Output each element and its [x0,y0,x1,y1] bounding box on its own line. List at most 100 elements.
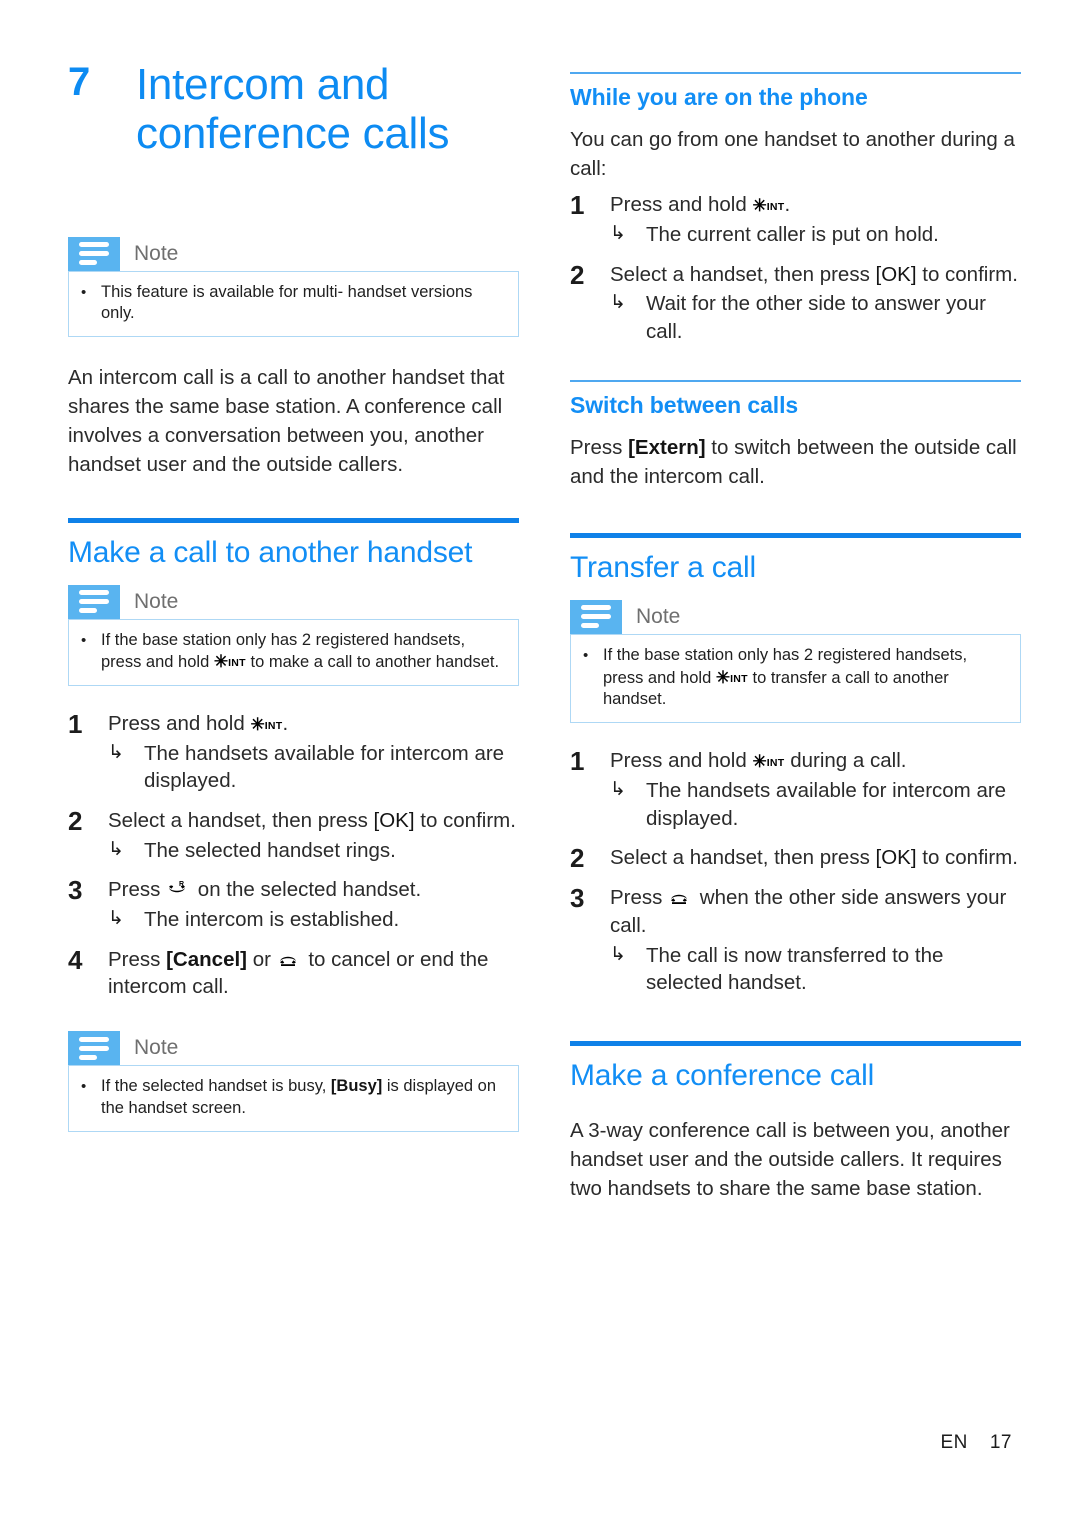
step-text-before: Press [108,947,167,971]
step-item: 1 Press and hold ✳INT. ↳ The current cal… [570,191,1021,248]
note-item: • If the base station only has 2 registe… [583,645,1008,711]
note-header: Note [68,584,519,619]
result-text: Wait for the other side to answer your c… [646,292,986,343]
note-text: If the base station only has 2 registere… [603,645,1008,711]
step-result: ↳ The handsets available for intercom ar… [610,777,1021,832]
step-text-after: to confirm. [916,846,1018,870]
result-arrow-icon: ↳ [610,292,626,314]
page-footer: EN 17 [940,1432,1012,1454]
note-label: Note [134,589,179,613]
section-conference-call: Make a conference call A 3-way conferenc… [570,1040,1021,1203]
bullet-glyph: • [583,646,589,664]
step-item: 2 Select a handset, then press [OK] to c… [68,807,519,864]
steps-while-on-phone: 1 Press and hold ✳INT. ↳ The current cal… [570,191,1021,345]
note-item: • This feature is available for multi- h… [81,282,506,326]
step-number: 4 [68,944,83,975]
step-item: 4 Press [Cancel] or to cancel or end the… [68,946,519,1001]
bullet-glyph: • [81,283,87,301]
section-rule [570,532,1021,538]
step-result: ↳ Wait for the other side to answer your… [610,290,1021,345]
step-text-after: to confirm. [414,809,516,833]
step-text: Select a handset, then press [OK] to con… [610,846,1018,869]
step-text-after: . [784,193,791,217]
step-content: Press [Cancel] or to cancel or end the i… [108,946,519,1001]
key-label-ok: [OK] [373,809,415,833]
steps-make-a-call: 1 Press and hold ✳INT. ↳ The handsets av… [68,710,519,1001]
step-item: 1 Press and hold ✳INT during a call. ↳ T… [570,747,1021,832]
hangup-handset-icon [279,956,296,966]
step-number: 1 [570,190,585,221]
result-text: The handsets available for intercom are … [144,741,505,793]
step-number: 2 [570,259,585,290]
subsection-heading: While you are on the phone [570,84,868,110]
step-text: Press when the other side answers your c… [610,886,1006,937]
chapter-title-line-2: conference calls [136,109,450,159]
step-result: ↳ The intercom is established. [108,906,519,934]
step-text-after: on the selected handset. [192,878,422,902]
switch-between-calls-text: Press [Extern] to switch between the out… [570,433,1021,491]
result-arrow-icon: ↳ [610,943,626,965]
step-item: 3 Press when the other side answers your… [570,884,1021,997]
step-number: 3 [68,875,83,906]
note-header: Note [570,599,1021,634]
note-box-intro: Note • This feature is available for mul… [68,236,519,338]
asterisk-int-key-icon: ✳INT [715,667,748,687]
chapter-title-text: Intercom and conference calls [136,60,519,159]
step-result: ↳ The call is now transferred to the sel… [610,942,1021,997]
note-item: • If the base station only has 2 registe… [81,630,506,675]
step-text-after: to confirm. [916,262,1018,286]
result-text: The selected handset rings. [144,838,396,862]
bullet-glyph: • [81,631,87,649]
footer-language: EN [940,1432,968,1453]
note-body: • This feature is available for multi- h… [68,270,519,338]
note-label: Note [134,241,179,265]
left-column: 7 Intercom and conference calls Note • T… [68,60,519,1132]
step-item: 1 Press and hold ✳INT. ↳ The handsets av… [68,710,519,795]
section-rule [68,517,519,523]
note-body: • If the base station only has 2 registe… [68,618,519,687]
step-content: Press and hold ✳INT. ↳ The handsets avai… [108,710,519,795]
step-text-mid: or [247,947,277,971]
result-text: The intercom is established. [144,908,400,932]
step-text-after: during a call. [784,749,907,773]
note-header: Note [68,236,519,271]
step-text-before: Press and hold [610,193,753,217]
section-while-on-phone: While you are on the phone You can go fr… [570,72,1021,346]
note-body: • If the base station only has 2 registe… [570,633,1021,724]
note-bars-icon [68,584,120,619]
step-result: ↳ The current caller is put on hold. [610,221,1021,249]
note-text: This feature is available for multi- han… [101,282,473,323]
steps-transfer-a-call: 1 Press and hold ✳INT during a call. ↳ T… [570,747,1021,997]
section-rule [570,1040,1021,1046]
note-label: Note [134,1036,179,1060]
key-label-busy: [Busy] [330,1077,383,1096]
chapter-title: 7 Intercom and conference calls [68,60,519,159]
step-item: 3 Press R on the selected handset. ↳ The… [68,876,519,933]
while-on-phone-intro: You can go from one handset to another d… [570,128,1015,181]
step-item: 2 Select a handset, then press [OK] to c… [570,844,1021,872]
note-bars-icon [570,599,622,634]
step-text-before: Press and hold [610,749,753,773]
step-content: Press and hold ✳INT. ↳ The current calle… [610,191,1021,248]
step-result: ↳ The selected handset rings. [108,837,519,865]
step-content: Press R on the selected handset. ↳ The i… [108,876,519,933]
asterisk-int-key-icon: ✳INT [250,715,283,735]
step-number: 1 [68,709,83,740]
result-text: The call is now transferred to the selec… [646,943,944,995]
subsection-heading: Switch between calls [570,391,799,418]
step-text-before: Press [610,886,669,910]
key-label-cancel: [Cancel] [166,947,247,971]
note-text: If the base station only has 2 registere… [101,630,506,675]
talk-handset-r-icon: R [169,881,186,893]
subsection-rule [570,72,1021,74]
result-arrow-icon: ↳ [108,908,124,930]
key-label-ok: [OK] [875,846,917,870]
step-number: 2 [570,843,585,874]
step-text-before: Select a handset, then press [610,846,876,870]
section-heading: Transfer a call [570,550,756,584]
svg-text:R: R [179,881,184,888]
key-label-extern: [Extern] [628,435,706,459]
note-label: Note [636,604,681,628]
step-text: Press and hold ✳INT. [610,193,790,216]
result-text: The current caller is put on hold. [646,222,939,246]
